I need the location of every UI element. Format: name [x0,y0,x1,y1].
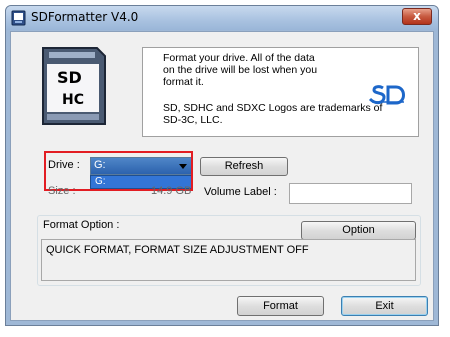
drive-option[interactable]: G: [95,176,106,187]
chevron-down-icon[interactable] [179,164,187,169]
drive-select[interactable]: G: [90,157,192,175]
volume-label-input[interactable] [289,183,412,204]
close-button[interactable]: x [402,8,432,25]
info-text-line: format it. [163,76,204,88]
format-button[interactable]: Format [237,296,324,316]
format-summary-field: QUICK FORMAT, FORMAT SIZE ADJUSTMENT OFF [41,239,416,281]
size-label: Size : [48,185,76,197]
info-box: Format your drive. All of the data on th… [142,47,419,137]
size-value: 14.9 GB [151,185,192,197]
sd-card-icon [11,10,26,26]
app-window: SDFormatter V4.0 x SD HC Format your dri… [5,5,439,326]
info-text-line: on the drive will be lost when you [163,64,318,76]
volume-label-label: Volume Label : [204,186,277,198]
trademark-text: SD-3C, LLC. [163,114,223,126]
sd-logo-icon [368,85,405,105]
svg-text:SD: SD [57,68,82,87]
refresh-button[interactable]: Refresh [200,157,288,176]
exit-button[interactable]: Exit [341,296,428,316]
option-button[interactable]: Option [301,221,416,240]
window-title: SDFormatter V4.0 [31,10,139,24]
drive-selected-value: G: [94,159,106,171]
title-bar[interactable]: SDFormatter V4.0 x [6,6,438,30]
drive-label: Drive : [48,159,80,171]
format-summary-text: QUICK FORMAT, FORMAT SIZE ADJUSTMENT OFF [46,244,309,256]
info-text-line: Format your drive. All of the data [163,52,315,64]
main-panel: SD HC Format your drive. All of the data… [10,31,434,321]
trademark-text: SD, SDHC and SDXC Logos are trademarks o… [163,102,383,114]
svg-text:HC: HC [62,92,84,108]
sdhc-card-icon: SD HC [42,47,106,125]
format-option-label: Format Option : [43,219,120,231]
